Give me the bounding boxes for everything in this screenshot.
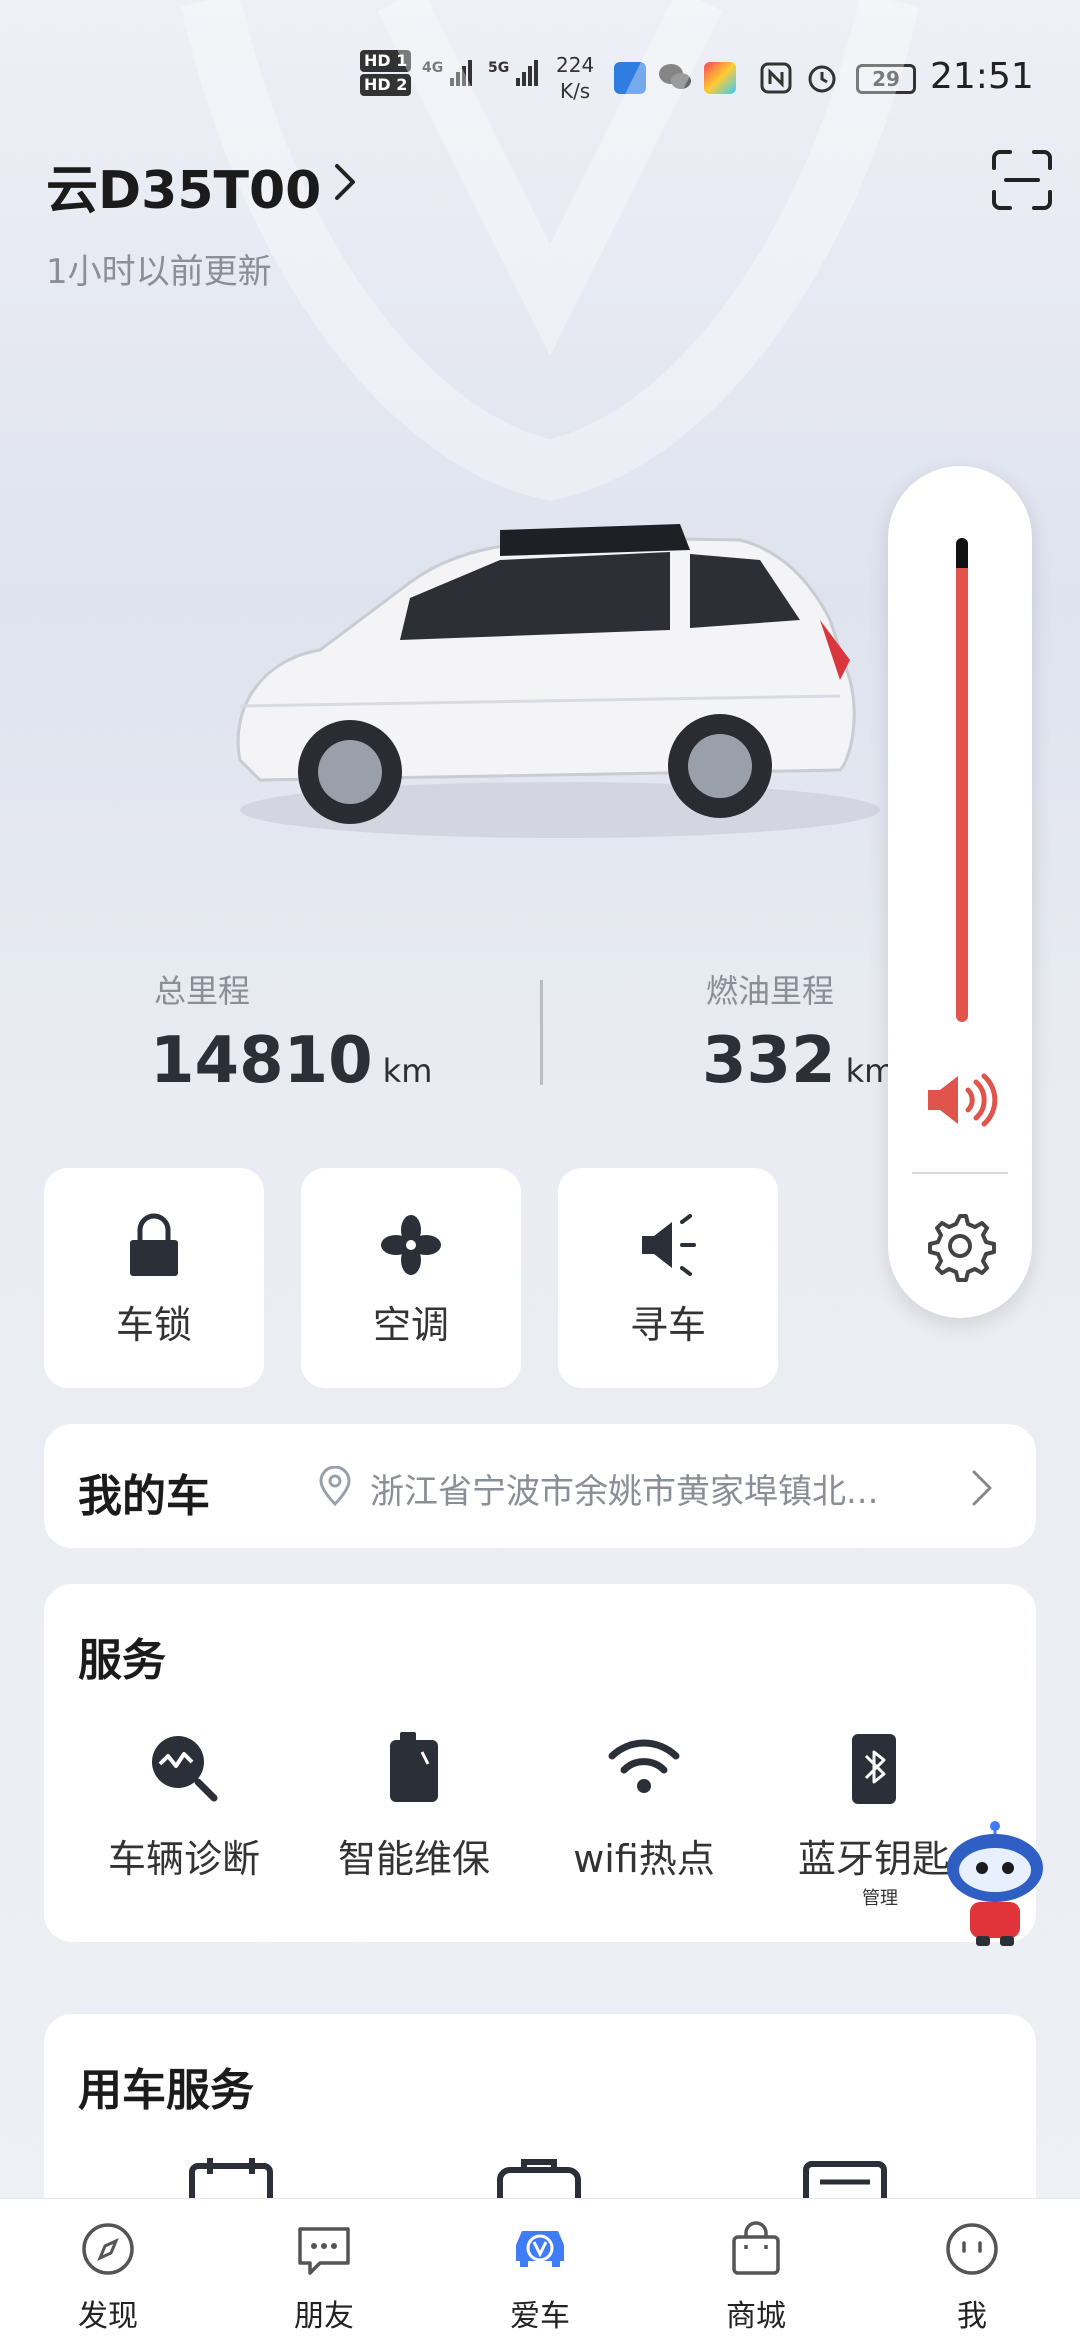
- wifi-icon: [608, 1739, 680, 1793]
- horn-icon: [642, 1214, 696, 1276]
- bluetooth-key-sublabel: 管理: [862, 1888, 898, 1909]
- assistant-mascot[interactable]: [940, 1818, 1050, 1948]
- services-title: 服务: [78, 1635, 166, 1686]
- car-image: [236, 524, 880, 838]
- car-icon: [516, 2231, 564, 2267]
- scan-icon[interactable]: [990, 148, 1054, 212]
- total-mileage-value: 14810 km: [150, 1024, 433, 1098]
- services-card: 服务 车辆诊断 智能维保 wifi热点 蓝牙钥匙 管理: [44, 1584, 1036, 1942]
- volume-panel: [888, 466, 1032, 1318]
- location-pin-icon: [319, 1466, 351, 1506]
- volume-panel-divider: [912, 1172, 1008, 1174]
- nav-discover[interactable]: 发现: [48, 2219, 168, 2335]
- chat-icon: [298, 2227, 350, 2275]
- fan-icon: [381, 1215, 441, 1275]
- bottom-nav: 发现 朋友 爱车 商城 我: [0, 2198, 1080, 2340]
- service-wifi-hotspot[interactable]: wifi热点: [534, 1730, 754, 1883]
- gear-icon[interactable]: [924, 1210, 996, 1282]
- mileage-divider: [540, 980, 543, 1085]
- nav-me[interactable]: 我: [912, 2219, 1032, 2335]
- face-icon: [946, 2223, 998, 2275]
- volume-slider[interactable]: [956, 538, 968, 1022]
- car-plate-title[interactable]: 云D35T00: [46, 148, 321, 223]
- my-car-card[interactable]: 我的车 浙江省宁波市余姚市黄家埠镇北...: [44, 1424, 1036, 1548]
- chevron-right-icon[interactable]: [325, 158, 365, 206]
- last-updated-text: 1小时以前更新: [46, 252, 272, 292]
- nav-mall[interactable]: 商城: [696, 2219, 816, 2335]
- quick-action-lock[interactable]: 车锁: [44, 1168, 264, 1388]
- service-smart-maintenance[interactable]: 智能维保: [304, 1730, 524, 1883]
- my-car-title: 我的车: [78, 1471, 210, 1522]
- speaker-icon[interactable]: [924, 1070, 1000, 1130]
- quick-action-ac[interactable]: 空调: [301, 1168, 521, 1388]
- fuel-mileage-label: 燃油里程: [706, 972, 835, 1010]
- fuel-mileage-value: 332 km: [702, 1024, 896, 1098]
- quick-action-find-car[interactable]: 寻车: [558, 1168, 778, 1388]
- total-mileage-label: 总里程: [154, 972, 251, 1010]
- diagnosis-icon: [152, 1736, 218, 1802]
- shopping-bag-icon: [732, 2221, 780, 2275]
- compass-icon: [82, 2223, 134, 2275]
- bluetooth-key-icon: [852, 1734, 896, 1804]
- maintenance-icon: [390, 1732, 438, 1802]
- lock-icon: [130, 1213, 178, 1276]
- volume-slider-handle[interactable]: [956, 538, 968, 568]
- service-vehicle-diagnosis[interactable]: 车辆诊断: [74, 1730, 294, 1883]
- car-location-address: 浙江省宁波市余姚市黄家埠镇北...: [370, 1472, 879, 1512]
- nav-friends[interactable]: 朋友: [264, 2219, 384, 2335]
- nav-my-car[interactable]: 爱车: [480, 2219, 600, 2335]
- car-services-title: 用车服务: [78, 2065, 254, 2116]
- chevron-right-icon: [972, 1470, 992, 1506]
